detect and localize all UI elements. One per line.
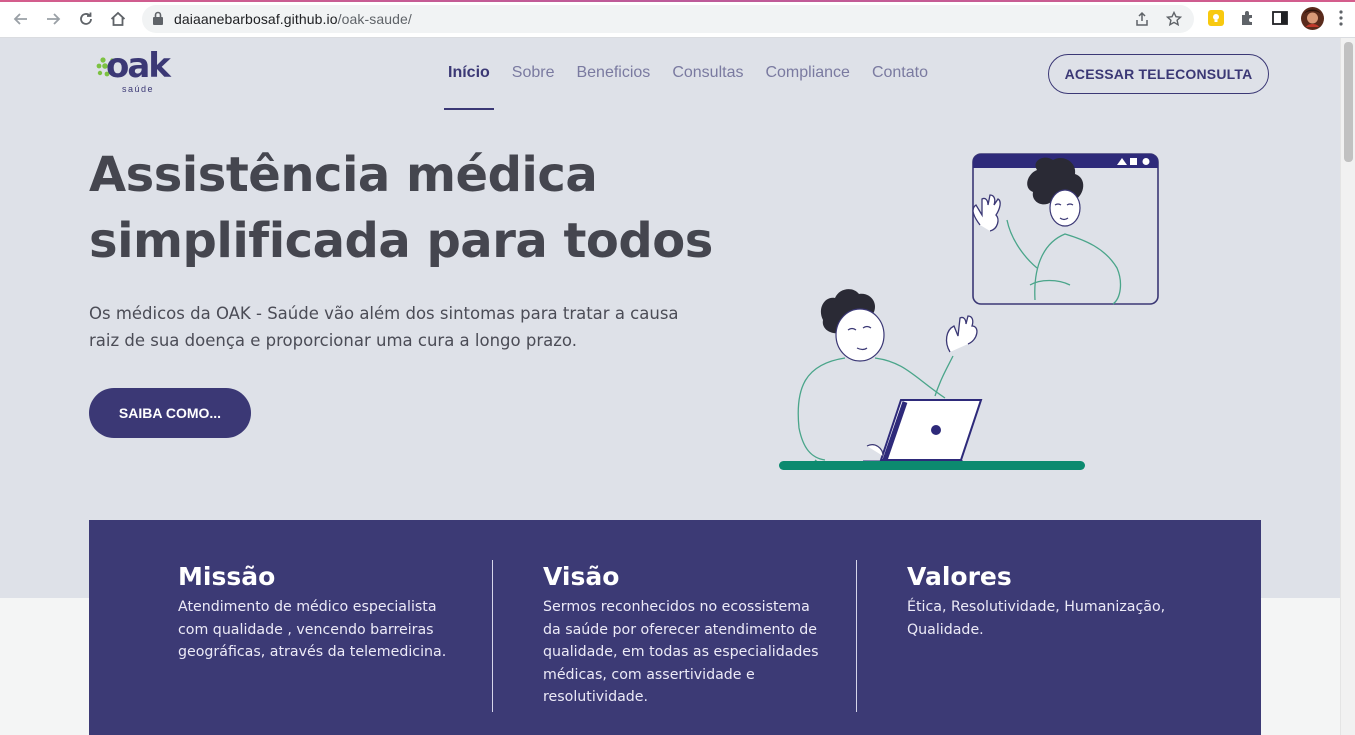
vision-column: Visão Sermos reconhecidos no ecossistema…	[543, 560, 823, 709]
hero-description-line-1: Os médicos da OAK - Saúde vão além dos s…	[89, 304, 679, 323]
hero-title-line-2: simplificada para todos	[89, 213, 713, 269]
mission-title: Missão	[178, 562, 276, 591]
mission-text-line: com qualidade , vencendo barreiras	[178, 621, 434, 638]
nav-item-inicio[interactable]: Início	[440, 62, 498, 110]
bookmark-star-icon[interactable]	[1165, 10, 1183, 31]
vision-text-line: da saúde por oferecer atendimento de	[543, 621, 818, 638]
values-text: Ética, Resolutividade, Humanização, Qual…	[907, 596, 1187, 641]
vision-text-line: resolutividade.	[543, 689, 649, 706]
main-nav: Início Sobre Beneficios Consultas Compli…	[440, 62, 942, 110]
nav-item-compliance[interactable]: Compliance	[757, 62, 857, 110]
hero-title-line-1: Assistência médica	[89, 147, 598, 203]
share-icon[interactable]	[1134, 11, 1150, 31]
hero-description-line-2: raiz de sua doença e proporcionar uma cu…	[89, 331, 577, 350]
web-page: oak saúde Início Sobre Beneficios Consul…	[0, 38, 1340, 735]
values-title: Valores	[907, 562, 1012, 591]
address-bar[interactable]: daiaanebarbosaf.github.io/oak-saude/	[142, 5, 1194, 33]
nav-item-consultas[interactable]: Consultas	[664, 62, 751, 110]
lock-icon	[152, 11, 164, 30]
column-divider	[492, 560, 493, 712]
values-text-line: Ética, Resolutividade, Humanização,	[907, 599, 1166, 615]
home-icon[interactable]	[107, 8, 129, 30]
browser-menu-icon[interactable]	[1337, 9, 1355, 29]
nav-item-sobre[interactable]: Sobre	[504, 62, 563, 110]
values-column: Valores Ética, Resolutividade, Humanizaç…	[907, 560, 1187, 641]
telemedicine-illustration	[779, 153, 1159, 470]
page-scrollbar[interactable]	[1340, 38, 1355, 735]
extensions-puzzle-icon[interactable]	[1239, 9, 1259, 29]
logo-wordmark: oak	[106, 46, 171, 86]
values-text-line: Qualidade.	[907, 621, 984, 638]
vision-text-line: Sermos reconhecidos no ecossistema	[543, 599, 810, 615]
side-panel-icon[interactable]	[1271, 9, 1291, 29]
url-text: daiaanebarbosaf.github.io/oak-saude/	[174, 11, 412, 27]
learn-more-button[interactable]: SAIBA COMO...	[89, 388, 251, 438]
browser-toolbar: daiaanebarbosaf.github.io/oak-saude/	[0, 0, 1355, 38]
vision-title: Visão	[543, 562, 620, 591]
mission-text-line: geográficas, através da telemedicina.	[178, 644, 447, 661]
scrollbar-thumb[interactable]	[1344, 42, 1353, 162]
url-path: /oak-saude/	[337, 11, 412, 27]
vision-text-line: qualidade, em todas as especialidades	[543, 644, 819, 661]
back-icon[interactable]	[10, 8, 32, 30]
vision-text: Sermos reconhecidos no ecossistema da sa…	[543, 596, 823, 709]
mission-text-line: Atendimento de médico especialista	[178, 599, 437, 615]
profile-avatar[interactable]	[1301, 7, 1324, 30]
nav-item-beneficios[interactable]: Beneficios	[568, 62, 658, 110]
vision-text-line: médicas, com assertividade e	[543, 666, 755, 683]
tab-strip-accent	[0, 0, 1355, 2]
brand-logo[interactable]: oak saúde	[96, 46, 178, 96]
nav-item-contato[interactable]: Contato	[864, 62, 936, 110]
forward-icon[interactable]	[42, 8, 64, 30]
hero-title: Assistência médica simplificada para tod…	[89, 142, 729, 274]
mission-column: Missão Atendimento de médico especialist…	[178, 560, 458, 664]
column-divider	[856, 560, 857, 712]
logo-subtitle: saúde	[122, 84, 155, 94]
extension-keep-icon[interactable]	[1207, 9, 1227, 29]
mission-text: Atendimento de médico especialista com q…	[178, 596, 458, 664]
mission-vision-values-panel: Missão Atendimento de médico especialist…	[89, 520, 1261, 735]
hero-description: Os médicos da OAK - Saúde vão além dos s…	[89, 300, 689, 354]
reload-icon[interactable]	[75, 8, 97, 30]
access-teleconsult-button[interactable]: ACESSAR TELECONSULTA	[1048, 54, 1269, 94]
url-host: daiaanebarbosaf.github.io	[174, 11, 338, 27]
